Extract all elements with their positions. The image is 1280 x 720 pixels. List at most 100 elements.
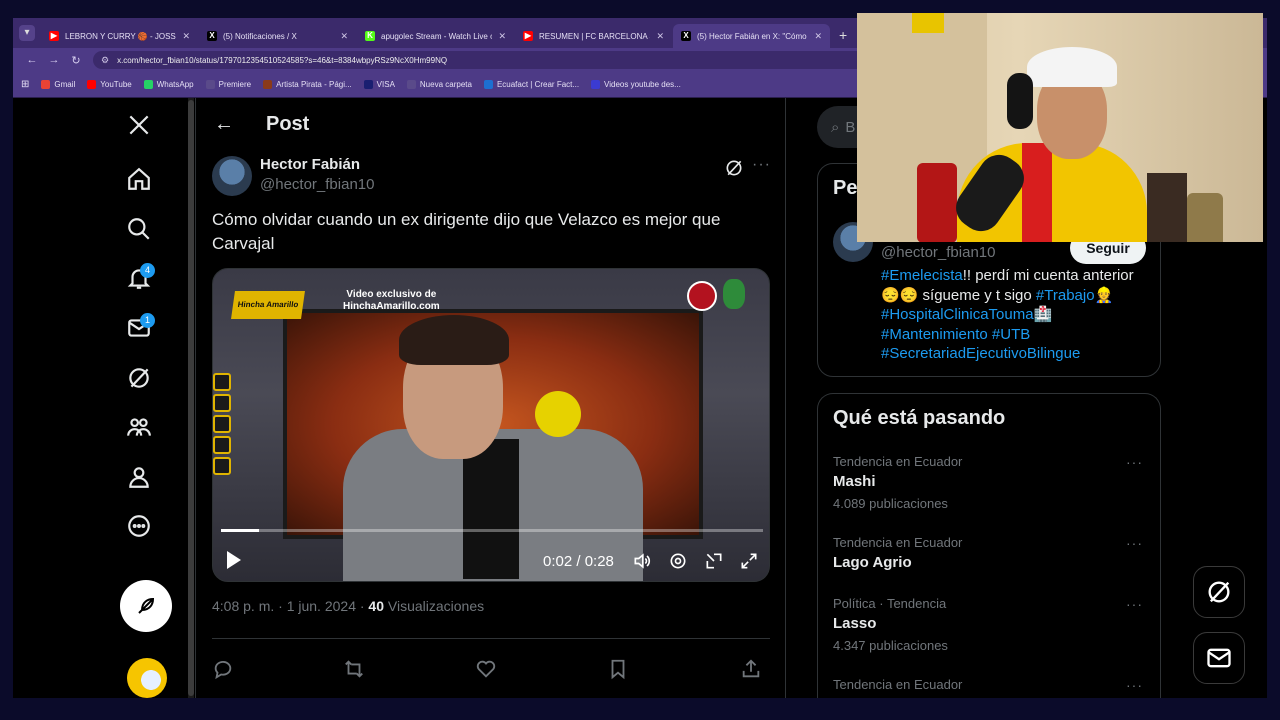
trend-more-button[interactable]: ··· [1126, 454, 1143, 470]
forward-arrow-icon[interactable]: → [43, 54, 65, 66]
trend-more-button[interactable]: ··· [1126, 596, 1143, 612]
bookmark-favicon-icon [363, 80, 373, 89]
hashtag-link[interactable]: #Emelecista [881, 267, 963, 284]
hashtag-link[interactable]: #HospitalClinicaTouma [881, 306, 1034, 323]
hashtag-link[interactable]: #UTB [992, 326, 1030, 343]
x-left-nav: 4 1 [105, 98, 185, 698]
hashtag-link[interactable]: #SecretariadEjecutivoBilingue [881, 345, 1080, 362]
tab-close-icon[interactable]: ✕ [814, 31, 822, 42]
browser-tab[interactable]: ▶ LEBRON Y CURRY 🏀 - JOSSIM ✕ [41, 24, 198, 48]
browser-tab[interactable]: X (5) Hector Fabián en X: "Cómo o ✕ [673, 24, 830, 48]
bookmark-item[interactable]: Videos youtube des... [591, 80, 681, 89]
video-progress-bar[interactable] [221, 529, 763, 532]
search-icon[interactable] [121, 211, 157, 247]
fullscreen-icon[interactable] [739, 551, 759, 571]
browser-tab[interactable]: ▶ RESUMEN | FC BARCELONA 3 v ✕ [515, 24, 672, 48]
notifications-bell-icon[interactable]: 4 [121, 260, 157, 296]
trend-count: 4.347 publicaciones [833, 638, 948, 653]
tab-close-icon[interactable]: ✕ [498, 31, 506, 42]
divider [212, 638, 770, 639]
person-handle[interactable]: @hector_fbian10 [881, 244, 995, 261]
presenter-hair [399, 315, 509, 365]
back-arrow-icon[interactable]: ← [21, 54, 43, 66]
bookmark-item[interactable]: Gmail [41, 80, 75, 89]
bookmark-item[interactable]: VISA [363, 80, 395, 89]
tab-close-icon[interactable]: ✕ [340, 31, 348, 42]
author-handle[interactable]: @hector_fbian10 [260, 176, 374, 193]
grok-icon[interactable] [724, 158, 744, 178]
like-heart-icon[interactable] [475, 658, 497, 680]
trend-name: Lasso [833, 615, 877, 632]
scrollbar-thumb[interactable] [188, 100, 194, 696]
grok-floating-button[interactable] [1193, 566, 1245, 618]
settings-gear-icon[interactable] [668, 551, 688, 571]
share-icon[interactable] [740, 658, 762, 680]
trend-more-button[interactable]: ··· [1126, 535, 1143, 551]
trends-card: Qué está pasando Tendencia en Ecuador Mas… [817, 393, 1161, 698]
account-avatar[interactable] [127, 658, 167, 698]
bookmark-item[interactable]: Nueva carpeta [406, 80, 472, 89]
hashtag-link[interactable]: #Mantenimiento [881, 326, 988, 343]
streamer-cap [1027, 47, 1117, 87]
post-more-button[interactable]: ··· [752, 156, 771, 174]
x-logo-icon[interactable] [121, 107, 157, 143]
new-tab-button[interactable]: + [839, 27, 847, 43]
bookmark-item[interactable]: Artista Pirata - Pági... [263, 80, 352, 89]
bookmark-label: Artista Pirata - Pági... [276, 80, 352, 89]
repost-icon[interactable] [343, 658, 365, 680]
post-column: ← Post Hector Fabián @hector_fbian10 ···… [195, 98, 786, 698]
more-options-icon[interactable] [121, 508, 157, 544]
messages-envelope-icon[interactable]: 1 [121, 310, 157, 346]
video-channel-logo: Hincha Amarillo [231, 291, 305, 319]
messages-floating-button[interactable] [1193, 632, 1245, 684]
bookmark-icon[interactable] [607, 658, 629, 680]
grok-icon[interactable] [121, 360, 157, 396]
post-author: Hector Fabián @hector_fbian10 ··· [212, 156, 772, 200]
bookmark-item[interactable]: YouTube [87, 80, 132, 89]
tab-close-icon[interactable]: ✕ [182, 31, 190, 42]
tab-favicon-icon: K [365, 31, 375, 41]
volume-icon[interactable] [632, 551, 652, 571]
apps-grid-icon[interactable]: ⊞ [21, 79, 29, 90]
communities-icon[interactable] [121, 409, 157, 445]
trend-item[interactable]: Tendencia en Ecuador Lago Agrio ··· [833, 535, 1153, 571]
bookmark-label: VISA [376, 80, 395, 89]
profile-icon[interactable] [121, 459, 157, 495]
home-icon[interactable] [121, 161, 157, 197]
compose-post-button[interactable] [120, 580, 172, 632]
play-icon[interactable] [227, 551, 241, 569]
author-name[interactable]: Hector Fabián [260, 156, 360, 173]
tab-title: apugolec Stream - Watch Live o [381, 31, 493, 41]
page-scrollbar[interactable] [188, 98, 194, 698]
trend-item[interactable]: Tendencia en Ecuador ··· [833, 677, 1153, 693]
back-arrow-icon[interactable]: ← [214, 113, 234, 136]
browser-tab[interactable]: Kapugolec Stream - Watch Live o ✕ [357, 24, 514, 48]
webcam-overlay [857, 13, 1263, 242]
views-label: Visualizaciones [384, 598, 485, 614]
bookmark-item[interactable]: Ecuafact | Crear Fact... [483, 80, 579, 89]
bookmark-item[interactable]: WhatsApp [143, 80, 194, 89]
tab-close-icon[interactable]: ✕ [656, 31, 664, 42]
trend-item[interactable]: Tendencia en Ecuador Mashi 4.089 publicaci… [833, 454, 1153, 511]
trend-more-button[interactable]: ··· [1126, 677, 1143, 693]
tab-title: LEBRON Y CURRY 🏀 - JOSSIM [65, 31, 177, 41]
video-player[interactable]: Hincha Amarillo Video exclusivo de Hinch… [212, 268, 770, 582]
tab-favicon-icon: ▶ [523, 31, 533, 41]
relevant-people-title: Pe [833, 177, 858, 199]
post-timestamp[interactable]: 4:08 p. m. · 1 jun. 2024 · [212, 598, 368, 614]
reply-icon[interactable] [212, 658, 234, 680]
trends-title: Qué está pasando [833, 407, 1006, 429]
tab-favicon-icon: ▶ [49, 31, 59, 41]
hashtag-link[interactable]: #Trabajo [1036, 287, 1095, 304]
reload-icon[interactable]: ↻ [65, 54, 87, 67]
webcam-shelf [1147, 173, 1187, 242]
tab-search-dropdown[interactable]: ▾ [19, 25, 35, 41]
picture-in-picture-icon[interactable] [704, 551, 724, 571]
tab-title: RESUMEN | FC BARCELONA 3 v [539, 31, 651, 41]
bookmark-favicon-icon [483, 80, 493, 89]
site-settings-icon[interactable]: ⚙ [101, 55, 109, 66]
browser-tab[interactable]: X (5) Notificaciones / X ✕ [199, 24, 356, 48]
trend-item[interactable]: Política · Tendencia Lasso 4.347 publicaci… [833, 596, 1153, 653]
author-avatar[interactable] [212, 156, 252, 196]
bookmark-item[interactable]: Premiere [205, 80, 251, 89]
